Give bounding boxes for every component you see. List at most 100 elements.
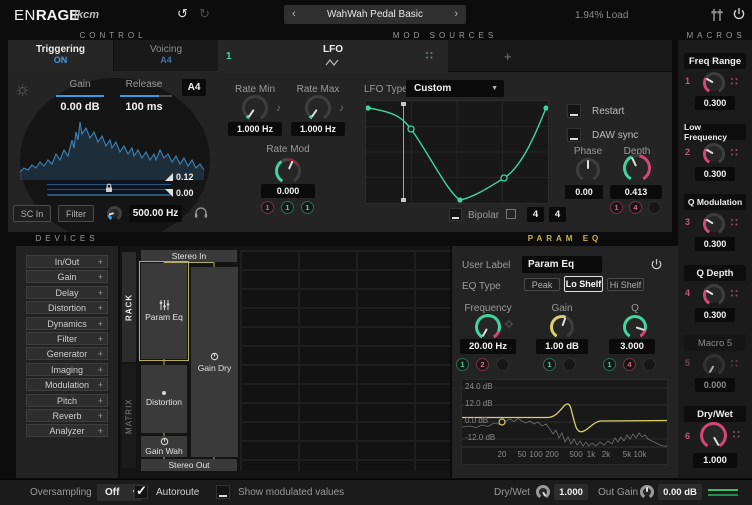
macro-2-targets-icon[interactable] <box>731 149 739 157</box>
macro-3-targets-icon[interactable] <box>731 219 739 227</box>
rate-mod-badge-1[interactable]: 1 <box>261 201 274 214</box>
add-device-icon[interactable]: + <box>98 303 103 313</box>
settings-faders-icon[interactable] <box>710 8 724 22</box>
stereo-out-node[interactable]: Stereo Out <box>141 459 237 471</box>
device-filter[interactable]: Filter+ <box>26 332 108 345</box>
range-slider-bar[interactable] <box>47 180 171 196</box>
headphones-icon[interactable] <box>194 206 208 219</box>
grid-steps-x[interactable]: 4 <box>527 207 544 222</box>
release-slider[interactable] <box>120 95 172 97</box>
grid-steps-y[interactable]: 4 <box>549 207 566 222</box>
out-gain-value[interactable]: 0.00 dB <box>658 484 702 500</box>
q-badge-2[interactable]: 4 <box>623 358 636 371</box>
add-device-icon[interactable]: + <box>98 411 103 421</box>
show-modulated-checkbox[interactable] <box>216 485 230 499</box>
filter-button[interactable]: Filter <box>58 205 94 222</box>
macro-6-value[interactable]: 1.000 <box>693 453 737 468</box>
macro-3-value[interactable]: 0.300 <box>695 237 735 251</box>
bipolar-checkbox[interactable] <box>449 208 462 221</box>
q-badge-3[interactable] <box>643 358 656 371</box>
frequency-knob[interactable] <box>475 314 501 340</box>
gain-wah-node[interactable]: Gain Wah <box>141 436 187 457</box>
depth-value[interactable]: 0.413 <box>610 185 662 199</box>
eq-graph[interactable]: 24.0 dB 12.0 dB 0.0 dB -12.0 dB 20 50 10… <box>461 379 668 465</box>
macro-6-knob[interactable] <box>700 422 727 449</box>
marker-bottom-triangle-icon[interactable] <box>165 189 173 197</box>
redo-icon[interactable]: ↻ <box>199 6 210 22</box>
gain-dry-node[interactable]: Gain Dry <box>191 267 238 457</box>
tab-triggering[interactable]: Triggering ON <box>8 40 113 72</box>
device-in-out[interactable]: In/Out+ <box>26 255 108 268</box>
sc-in-button[interactable]: SC In <box>13 205 51 222</box>
macro-1-label[interactable]: Freq Range <box>684 53 746 69</box>
lfo-type-dropdown[interactable]: Custom ▼ <box>406 80 504 97</box>
rate-mod-knob[interactable] <box>275 158 301 184</box>
rate-max-sync-note-icon[interactable]: ♪ <box>339 103 344 114</box>
note-button[interactable]: A4 <box>182 79 206 96</box>
q-value[interactable]: 3.000 <box>609 339 655 354</box>
frequency-badge-3[interactable] <box>496 358 509 371</box>
macro-4-knob[interactable] <box>703 284 725 306</box>
eq-gain-badge-1[interactable]: 1 <box>543 358 556 371</box>
loop-shape-icon[interactable] <box>506 209 516 219</box>
undo-icon[interactable]: ↺ <box>177 6 188 22</box>
dry-wet-value[interactable]: 1.000 <box>554 484 588 500</box>
device-reverb[interactable]: Reverb+ <box>26 409 108 422</box>
tab-voicing[interactable]: Voicing A4 <box>113 40 218 71</box>
add-device-icon[interactable]: + <box>98 380 103 390</box>
out-gain-knob[interactable] <box>640 485 654 499</box>
user-label-input[interactable]: Param Eq <box>522 256 602 273</box>
tab-lfo[interactable]: 1 LFO <box>218 40 448 73</box>
device-analyzer[interactable]: Analyzer+ <box>26 424 108 437</box>
macro-2-value[interactable]: 0.300 <box>695 167 735 181</box>
device-modulation[interactable]: Modulation+ <box>26 378 108 391</box>
param-eq-node[interactable]: Param Eq <box>141 263 187 359</box>
device-pitch[interactable]: Pitch+ <box>26 394 108 407</box>
device-delay[interactable]: Delay+ <box>26 286 108 299</box>
power-icon[interactable] <box>732 7 746 21</box>
device-power-icon[interactable] <box>650 258 663 271</box>
rate-mod-badge-2[interactable]: 1 <box>281 201 294 214</box>
rate-max-value[interactable]: 1.000 Hz <box>291 122 345 136</box>
add-device-icon[interactable]: + <box>98 426 103 436</box>
preset-name[interactable]: WahWah Pedal Basic <box>284 9 466 20</box>
macro-3-label[interactable]: Q Modulation <box>684 194 746 210</box>
daw-sync-checkbox[interactable] <box>567 128 581 142</box>
macro-3-knob[interactable] <box>703 213 725 235</box>
eq-gain-value[interactable]: 1.00 dB <box>536 339 588 354</box>
eq-type-hi-shelf-button[interactable]: Hi Shelf <box>607 278 644 291</box>
marker-top-triangle-icon[interactable] <box>165 173 173 181</box>
depth-badge-2[interactable]: 4 <box>629 201 642 214</box>
add-device-icon[interactable]: + <box>98 334 103 344</box>
frequency-gear-icon[interactable] <box>504 319 514 329</box>
add-device-icon[interactable]: + <box>98 272 103 282</box>
macro-2-label[interactable]: Low Frequency <box>684 124 746 140</box>
macro-5-value[interactable]: 0.000 <box>695 378 735 392</box>
add-device-icon[interactable]: + <box>98 257 103 267</box>
add-device-icon[interactable]: + <box>98 365 103 375</box>
restart-checkbox[interactable] <box>567 104 581 118</box>
eq-gain-knob[interactable] <box>550 315 574 339</box>
depth-badge-1[interactable]: 1 <box>610 201 623 214</box>
rate-min-knob[interactable] <box>242 95 268 121</box>
macro-1-value[interactable]: 0.300 <box>695 96 735 110</box>
device-dynamics[interactable]: Dynamics+ <box>26 317 108 330</box>
frequency-badge-1[interactable]: 1 <box>456 358 469 371</box>
macro-1-targets-icon[interactable] <box>731 78 739 86</box>
eq-type-lo-shelf-button[interactable]: Lo Shelf <box>564 276 603 292</box>
preset-selector[interactable]: ‹ WahWah Pedal Basic › <box>284 5 466 24</box>
macro-5-label[interactable]: Macro 5 <box>684 335 746 351</box>
macro-6-targets-icon[interactable] <box>733 431 741 439</box>
macro-4-targets-icon[interactable] <box>731 290 739 298</box>
macro-1-knob[interactable] <box>703 72 725 94</box>
rate-min-value[interactable]: 1.000 Hz <box>228 122 282 136</box>
filter-freq-value[interactable]: 500.00 Hz <box>129 205 182 222</box>
lfo-curve-editor[interactable] <box>365 100 549 204</box>
rate-min-sync-note-icon[interactable]: ♪ <box>276 103 281 114</box>
macro-2-knob[interactable] <box>703 143 725 165</box>
rate-mod-badge-3[interactable]: 1 <box>301 201 314 214</box>
rate-mod-value[interactable]: 0.000 <box>261 184 315 198</box>
macro-4-value[interactable]: 0.300 <box>695 308 735 322</box>
eq-type-peak-button[interactable]: Peak <box>524 278 560 291</box>
add-device-icon[interactable]: + <box>98 288 103 298</box>
